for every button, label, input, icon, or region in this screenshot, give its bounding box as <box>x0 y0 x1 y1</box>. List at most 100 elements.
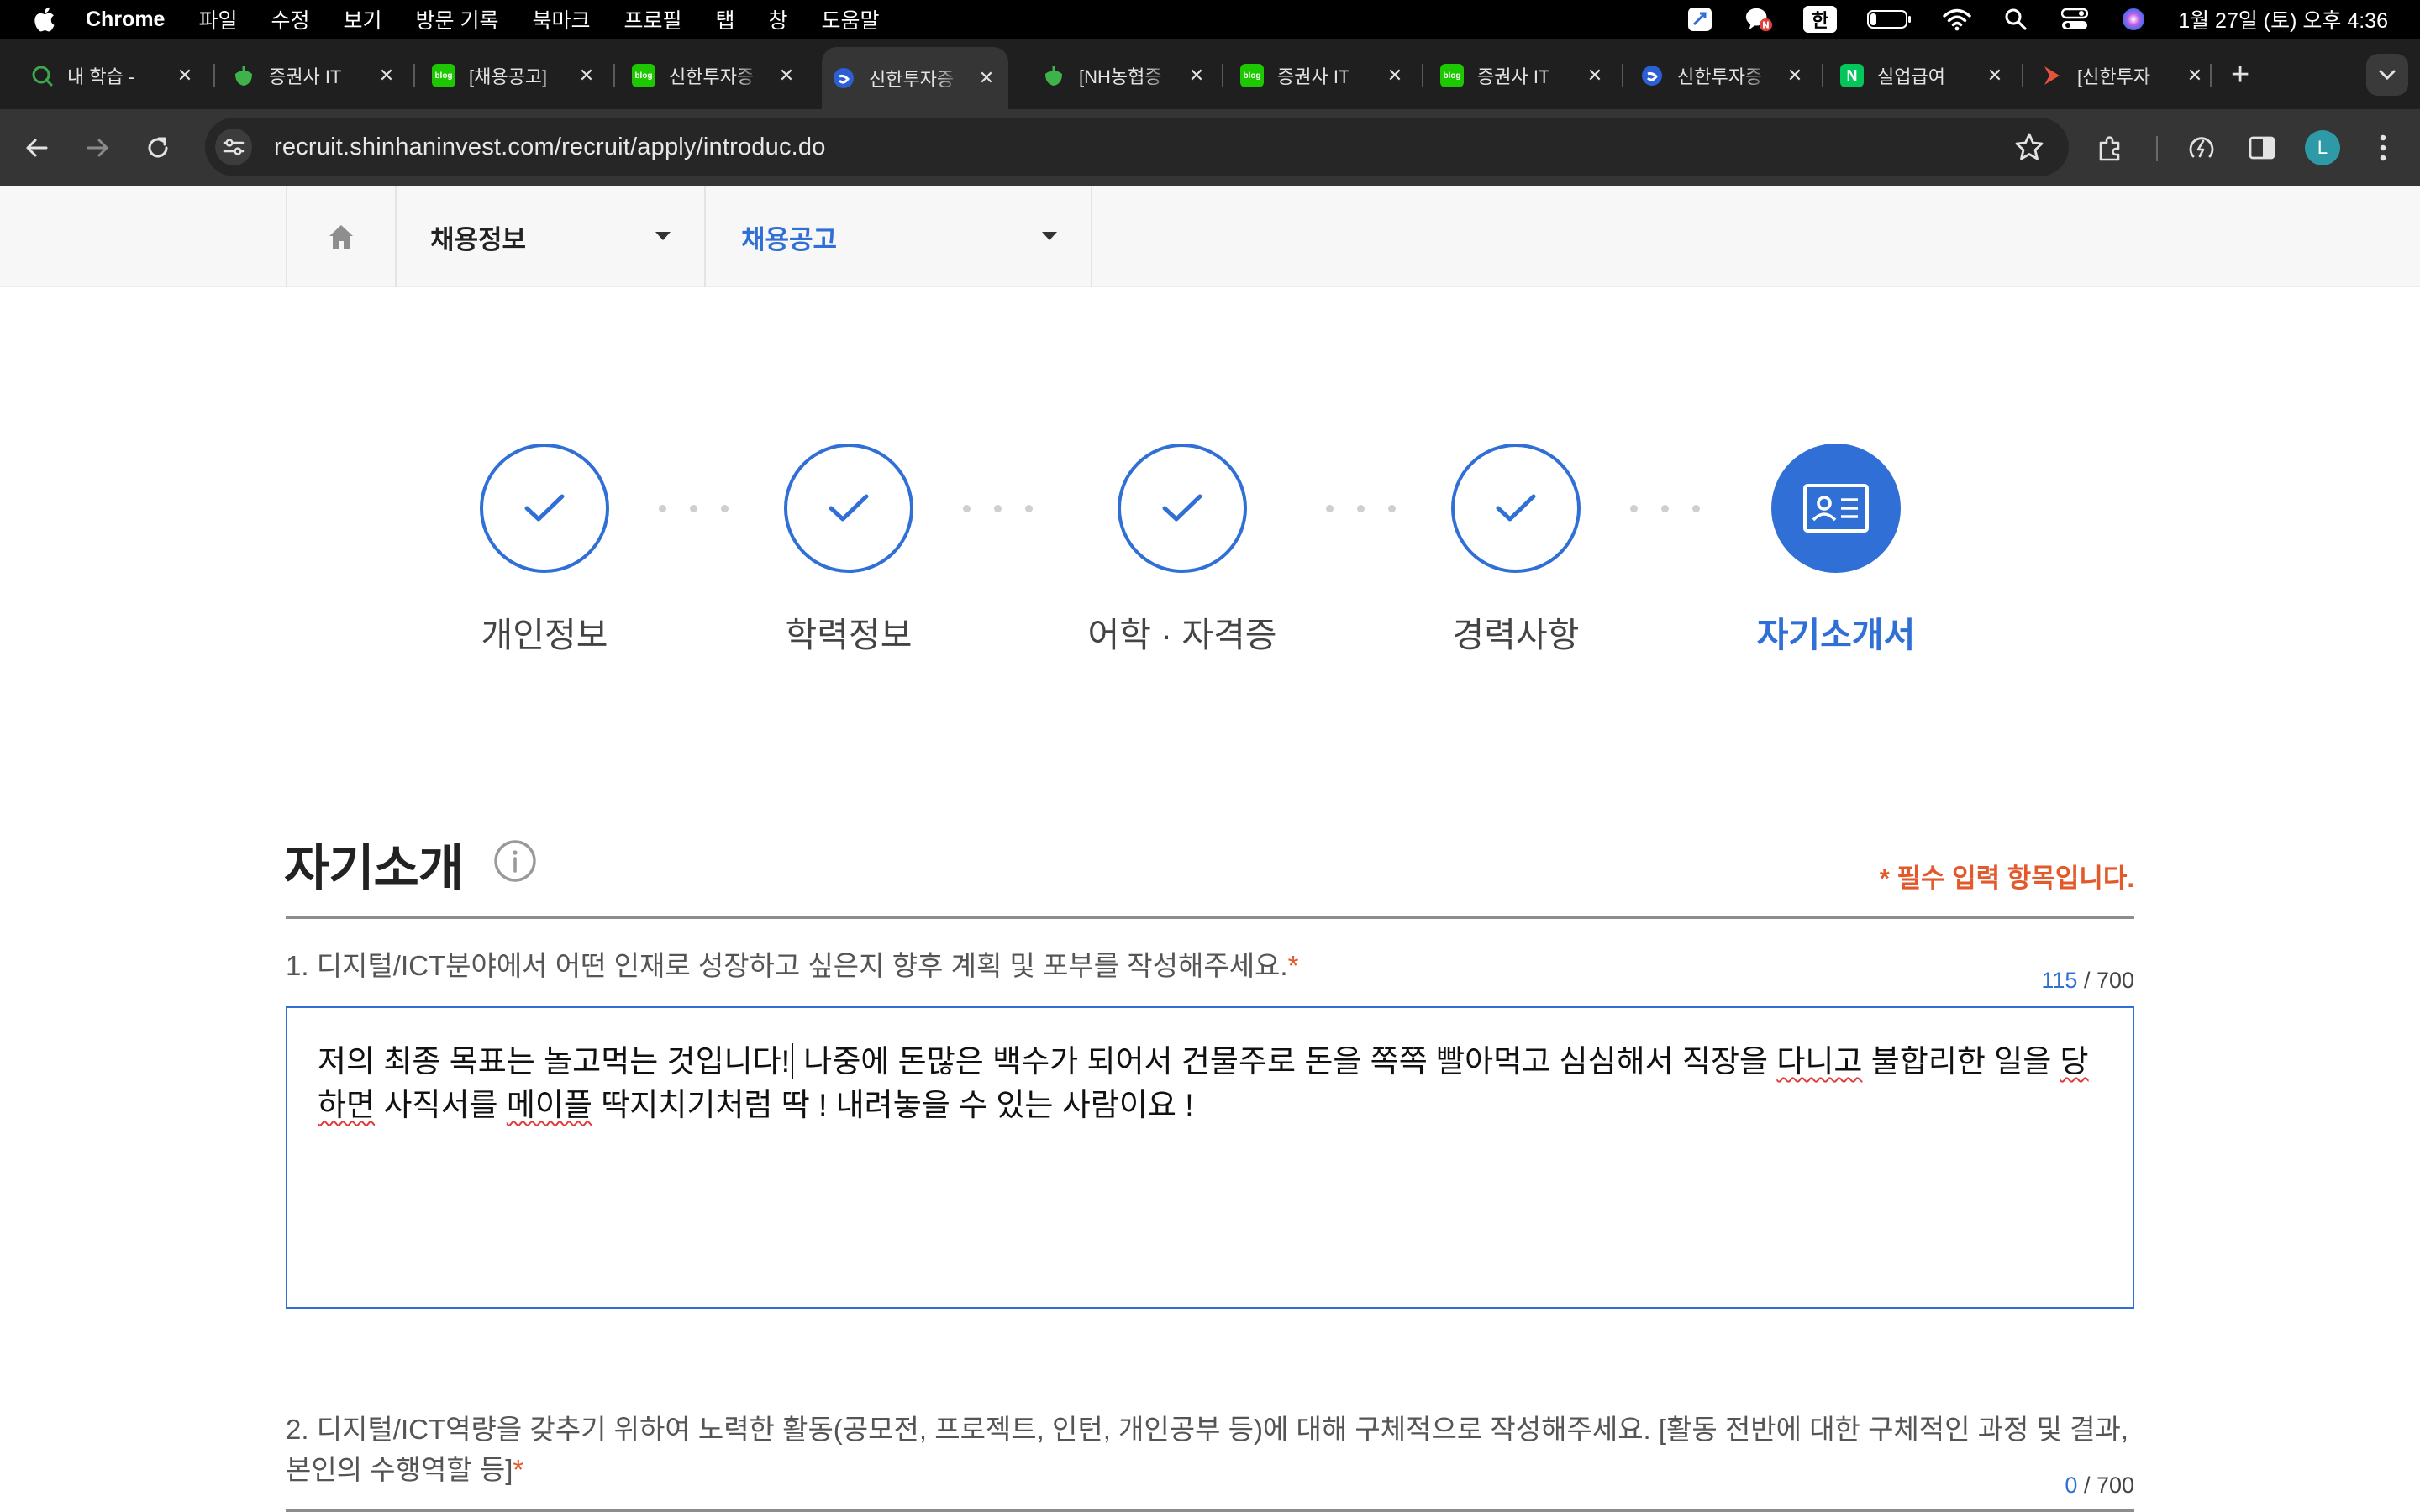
control-center-icon[interactable] <box>2060 5 2089 34</box>
site-info-button[interactable] <box>215 129 252 165</box>
tab-separator <box>1422 64 1423 87</box>
category-dropdown[interactable]: 채용정보 <box>395 186 704 287</box>
question-2-text: 2. 디지털/ICT역량을 갖추기 위하여 노력한 활동(공모전, 프로젝트, … <box>286 1414 2128 1485</box>
browser-tab[interactable]: 신한투자증 ✕ <box>1640 54 1807 97</box>
tab-close-icon[interactable]: ✕ <box>2183 65 2207 87</box>
puzzle-icon <box>2099 136 2120 161</box>
chrome-menu-button[interactable] <box>2365 129 2402 166</box>
extensions-button[interactable] <box>2092 129 2129 166</box>
browser-tab[interactable]: N 실업급여 ✕ <box>1840 54 2007 97</box>
page-title: 자기소개 <box>284 841 464 896</box>
profile-button[interactable]: L <box>2304 129 2341 166</box>
subcategory-dropdown-label: 채용공고 <box>741 224 838 255</box>
home-icon <box>329 225 353 249</box>
step-connector <box>659 505 729 512</box>
tab-close-icon[interactable]: ✕ <box>375 65 398 87</box>
question-1-label: 1. 디지털/ICT분야에서 어떤 인재로 성장하고 싶은지 향후 계획 및 포… <box>286 946 2134 986</box>
browser-tab[interactable]: blog 증권사 IT ✕ <box>1440 54 1607 97</box>
tab-separator <box>1622 64 1623 87</box>
new-tab-button[interactable]: + <box>2231 57 2249 93</box>
question-1-text: 1. 디지털/ICT분야에서 어떤 인재로 성장하고 싶은지 향후 계획 및 포… <box>286 950 1288 981</box>
question-2-label: 2. 디지털/ICT역량을 갖추기 위하여 노력한 활동(공모전, 프로젝트, … <box>286 1410 2134 1490</box>
tab-title: 증권사 IT <box>1477 66 1550 87</box>
tab-close-icon[interactable]: ✕ <box>173 65 197 87</box>
chevron-down-icon <box>1042 232 1057 240</box>
address-bar[interactable]: recruit.shinhaninvest.com/recruit/apply/… <box>205 118 2069 176</box>
tab-separator <box>413 64 415 87</box>
step-self-introduction[interactable] <box>1771 444 1901 573</box>
tab-separator <box>1222 64 1223 87</box>
tab-close-icon[interactable]: ✕ <box>775 65 798 87</box>
url-text[interactable]: recruit.shinhaninvest.com/recruit/apply/… <box>274 134 826 161</box>
bookmark-star-icon[interactable] <box>2013 131 2045 163</box>
avatar: L <box>2305 130 2340 165</box>
screenshot-tool-icon[interactable] <box>1686 5 1714 34</box>
browser-tab[interactable]: 증권사 IT ✕ <box>232 54 398 97</box>
spotlight-search-icon[interactable] <box>2002 5 2030 34</box>
performance-button[interactable] <box>2183 129 2220 166</box>
tab-title: 신한투자증 <box>1677 66 1763 87</box>
chrome-tab-strip: 내 학습 - ✕ 증권사 IT ✕ blog [채용공고] ✕ blog 신한투자증 ✕ 신한투자… <box>0 39 2420 109</box>
menu-history[interactable]: 방문 기록 <box>416 4 499 34</box>
tab-close-icon[interactable]: ✕ <box>575 65 598 87</box>
step-education[interactable] <box>784 444 913 573</box>
menu-edit[interactable]: 수정 <box>271 4 309 34</box>
input-method-badge[interactable]: 한 <box>1803 6 1838 33</box>
info-icon[interactable] <box>492 838 538 884</box>
menu-view[interactable]: 보기 <box>344 4 382 34</box>
tab-close-icon[interactable]: ✕ <box>1983 65 2007 87</box>
tab-close-icon[interactable]: ✕ <box>1383 65 1407 87</box>
tab-search-button[interactable] <box>2366 54 2408 96</box>
back-button[interactable] <box>20 131 54 165</box>
tab-separator <box>613 64 615 87</box>
menu-app-name[interactable]: Chrome <box>86 8 165 32</box>
spellcheck-word: 메이플 <box>506 1088 592 1122</box>
browser-tab[interactable]: 내 학습 - ✕ <box>30 54 197 97</box>
step-personal-info[interactable] <box>480 444 609 573</box>
chat-notification-icon[interactable]: N <box>1744 5 1773 34</box>
tab-close-icon[interactable]: ✕ <box>1583 65 1607 87</box>
menu-profiles[interactable]: 프로필 <box>623 4 681 34</box>
tab-title: 신한투자증 <box>869 69 955 90</box>
wifi-icon[interactable] <box>1943 5 1971 34</box>
apple-logo-icon[interactable] <box>32 6 55 33</box>
question-1-answer-textarea[interactable]: 저의 최종 목표는 놀고먹는 것입니다! 나중에 돈많은 백수가 되어서 건물주… <box>286 1006 2134 1309</box>
tab-close-icon[interactable]: ✕ <box>1783 65 1807 87</box>
tab-title: 실업급여 <box>1877 66 1945 87</box>
browser-tab[interactable]: [신한투자 ✕ <box>2040 54 2207 97</box>
char-max: / 700 <box>2083 1473 2134 1498</box>
browser-tab[interactable]: blog 증권사 IT ✕ <box>1240 54 1407 97</box>
menu-clock[interactable]: 1월 27일 (토) 오후 4:36 <box>2178 4 2388 34</box>
step-career[interactable] <box>1451 444 1581 573</box>
tab-close-icon[interactable]: ✕ <box>1185 65 1208 87</box>
home-button[interactable] <box>286 186 395 287</box>
text-cursor <box>792 1043 793 1079</box>
browser-tab[interactable]: [NH농협증 ✕ <box>1042 54 1208 97</box>
step-connector <box>1630 505 1700 512</box>
browser-tab[interactable]: 신한투자증 ✕ <box>822 47 1008 109</box>
forward-button[interactable] <box>81 131 114 165</box>
shinhan-icon <box>832 66 855 90</box>
check-icon <box>829 494 869 522</box>
menu-bookmarks[interactable]: 북마크 <box>532 4 590 34</box>
check-icon <box>1162 494 1202 522</box>
step-language-certificates[interactable] <box>1118 444 1247 573</box>
blog-icon: blog <box>632 64 655 87</box>
siri-icon[interactable] <box>2119 5 2148 34</box>
menu-items: Chrome 파일 수정 보기 방문 기록 북마크 프로필 탭 창 도움말 <box>86 4 913 34</box>
menu-window[interactable]: 창 <box>769 4 788 34</box>
category-dropdown-label: 채용정보 <box>430 224 527 255</box>
subcategory-dropdown[interactable]: 채용공고 <box>704 186 1092 287</box>
blog-icon: blog <box>1440 64 1464 87</box>
menu-help[interactable]: 도움말 <box>822 4 880 34</box>
reload-button[interactable] <box>141 131 175 165</box>
browser-tab[interactable]: blog [채용공고] ✕ <box>432 54 598 97</box>
browser-tab[interactable]: blog 신한투자증 ✕ <box>632 54 798 97</box>
menu-tab[interactable]: 탭 <box>716 4 735 34</box>
tab-close-icon[interactable]: ✕ <box>975 67 998 89</box>
menu-file[interactable]: 파일 <box>198 4 237 34</box>
tab-title: 증권사 IT <box>1277 66 1350 87</box>
battery-icon[interactable] <box>1867 5 1912 34</box>
side-panel-button[interactable] <box>2244 129 2281 166</box>
check-icon <box>1496 494 1536 522</box>
